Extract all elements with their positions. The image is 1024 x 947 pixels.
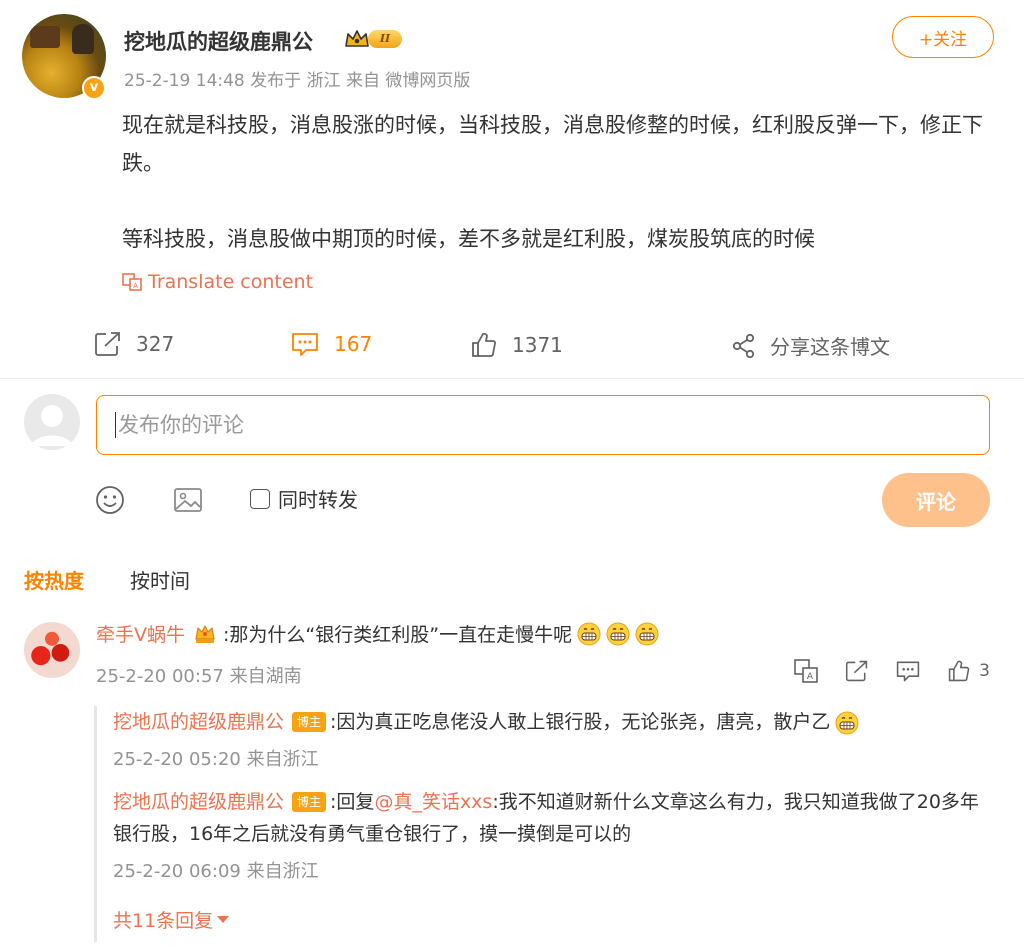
repost-checkbox-label: 同时转发 [278,488,358,512]
text-caret [115,411,116,438]
comment-line: 牵手V蜗牛 :那为什么“银行类红利股”一直在走慢牛呢 [96,620,659,647]
post-content: 现在就是科技股，消息股涨的时候，当科技股，消息股修整的时候，红利股反弹一下，修正… [122,106,1002,258]
more-replies-link[interactable]: 共11条回复 [113,906,230,933]
image-icon[interactable] [172,484,204,516]
svg-text:A: A [133,282,138,290]
author-name[interactable]: 挖地瓜的超级鹿鼎公 [124,26,313,56]
reply-item: 挖地瓜的超级鹿鼎公 博主:回复@真_笑话xxs:我不知道财新什么文章这么有力，我只… [113,786,993,888]
translate-label: Translate content [148,271,314,293]
reply-line: 挖地瓜的超级鹿鼎公 博主:回复@真_笑话xxs:我不知道财新什么文章这么有力，我只… [113,786,993,850]
grin-emoji-icon [577,622,601,645]
reply-mention[interactable]: @真_笑话xxs [374,791,492,813]
vip-badge[interactable]: II [344,28,402,50]
grin-emoji-icon [835,711,859,734]
share-icon [732,333,755,358]
avatar-shelf [30,26,60,48]
like-count: 1371 [512,333,563,357]
submit-comment-button[interactable]: 评论 [882,473,990,527]
repost-count: 327 [136,332,175,356]
translate-link[interactable]: A Translate content [122,271,313,293]
commenter-avatar[interactable] [24,622,80,678]
reply-meta: 25-2-20 06:09 来自浙江 [113,861,319,882]
follow-button[interactable]: +关注 [892,16,994,58]
default-avatar-icon [32,405,72,446]
comment-like-count: 3 [979,661,990,681]
post-paragraph: 现在就是科技股，消息股涨的时候，当科技股，消息股修整的时候，红利股反弹一下，修正… [122,113,983,175]
comment-meta: 25-2-20 00:57 来自湖南 [96,666,302,687]
post-header: v 挖地瓜的超级鹿鼎公 II 25-2-19 14:48 发布于 浙江 来自 微… [22,14,1002,104]
comment-icon [292,333,318,356]
verified-v-icon: v [82,76,106,100]
thumbs-up-icon [472,332,496,357]
reply-prefix: :回复 [330,791,375,813]
comment-actions: A 3 [767,658,990,684]
repost-checkbox[interactable]: 同时转发 [250,484,358,513]
comment-reply-button[interactable] [895,659,921,683]
share-label: 分享这条博文 [770,335,890,359]
comment-placeholder: 发布你的评论 [118,413,244,437]
repost-icon [846,660,868,682]
current-user-avatar [24,394,80,450]
comment-like-button[interactable]: 3 [947,659,990,683]
member-crown-icon [195,624,215,643]
post-paragraph: 等科技股，消息股做中期顶的时候，差不多就是红利股，煤炭股筑底的时候 [122,227,815,251]
comment-text: :那为什么“银行类红利股”一直在走慢牛呢 [223,624,573,646]
reply-thread: 挖地瓜的超级鹿鼎公 博主:因为真正吃息佬没人敢上银行股，无论张尧，唐亮，散户乙 2… [94,706,1004,942]
reply-item: 挖地瓜的超级鹿鼎公 博主:因为真正吃息佬没人敢上银行股，无论张尧，唐亮，散户乙 2… [113,706,993,776]
post-meta: 25-2-19 14:48 发布于 浙江 来自 微博网页版 [124,71,471,91]
svg-text:A: A [807,672,814,682]
comment-sort-tabs: 按热度 按时间 [24,565,236,594]
commenter-name[interactable]: 牵手V蜗牛 [96,620,185,647]
action-bar: 327 167 1371 分享这条博文 [0,323,1024,367]
author-tag-badge: 博主 [292,712,327,732]
composer-toolbar: 同时转发 评论 [94,473,994,527]
thumbs-up-icon [948,660,970,682]
reply-author[interactable]: 挖地瓜的超级鹿鼎公 [113,711,284,733]
repost-icon [95,332,120,356]
more-replies-label: 共11条回复 [113,910,214,932]
repost-button[interactable]: 327 [94,331,174,357]
translate-comment-button[interactable]: A [793,658,819,684]
reply-author[interactable]: 挖地瓜的超级鹿鼎公 [113,791,284,813]
author-tag-badge: 博主 [292,792,327,812]
reply-meta: 25-2-20 05:20 来自浙江 [113,749,319,770]
chevron-down-icon [217,916,230,923]
tab-sort-hot[interactable]: 按热度 [24,565,84,594]
section-divider [0,378,1024,379]
reply-line: 挖地瓜的超级鹿鼎公 博主:因为真正吃息佬没人敢上银行股，无论张尧，唐亮，散户乙 [113,706,993,738]
comment-icon [896,661,920,682]
grin-emoji-icon [635,622,659,645]
comment-repost-button[interactable] [845,659,869,683]
grin-emoji-icon [606,622,630,645]
avatar-figure [72,24,94,54]
like-button[interactable]: 1371 [470,331,563,359]
comment-count: 167 [334,332,373,356]
checkbox-box[interactable] [250,488,270,509]
reply-text: :因为真正吃息佬没人敢上银行股，无论张尧，唐亮，散户乙 [330,711,831,733]
share-button[interactable]: 分享这条博文 [732,331,890,360]
translate-icon: A [122,273,142,291]
emoji-icon[interactable] [94,484,126,516]
vip-level: II [368,30,402,48]
crown-icon [345,30,369,47]
comment-button[interactable]: 167 [290,331,372,357]
translate-icon: A [794,659,818,683]
tab-sort-time[interactable]: 按时间 [130,565,190,594]
comment-input[interactable]: 发布你的评论 [96,395,990,455]
